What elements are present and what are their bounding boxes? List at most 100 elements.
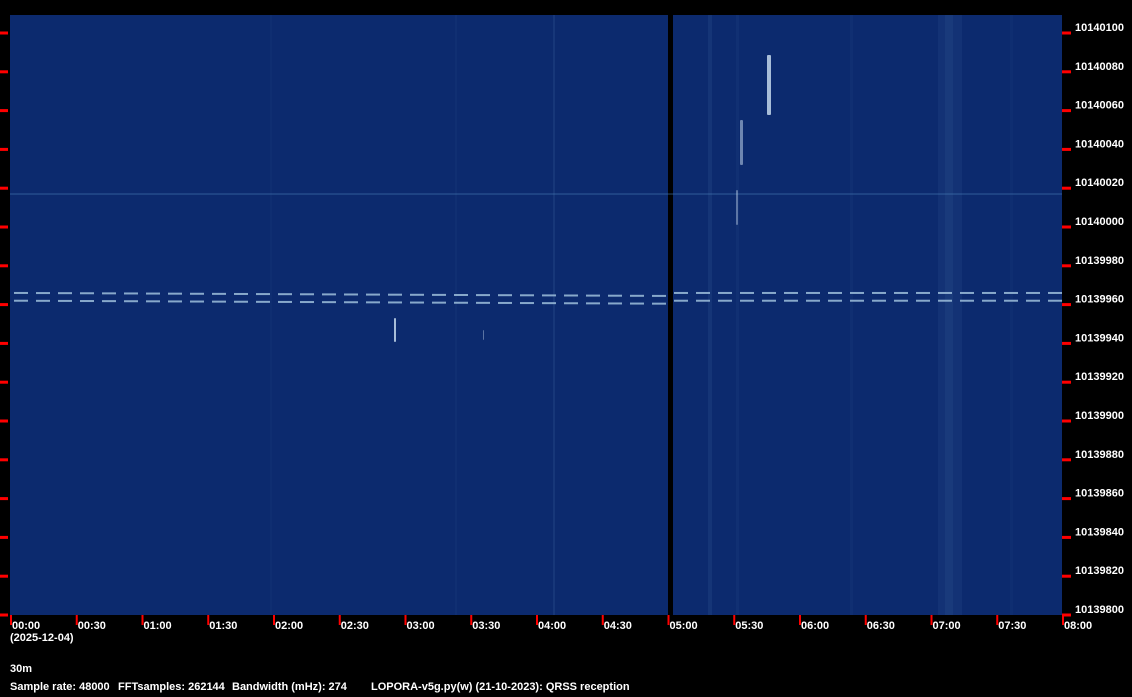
y-tick-right: [1062, 535, 1071, 539]
date-label: (2025-12-04): [10, 632, 74, 644]
y-tick-label: 10139920: [1075, 371, 1124, 383]
y-tick-label: 10140080: [1075, 61, 1124, 73]
carrier-dash: [212, 292, 226, 295]
carrier-dash: [256, 300, 270, 303]
fft-samples: FFTsamples: 262144: [118, 681, 225, 693]
time-gap-divider: [668, 15, 673, 615]
carrier-dash: [608, 302, 622, 305]
carrier-dash: [300, 301, 314, 304]
x-tick-label: 01:00: [144, 620, 172, 632]
carrier-dash: [938, 299, 952, 302]
carrier-dash: [476, 301, 490, 304]
y-tick-left: [0, 341, 8, 345]
plot-area: [10, 15, 1062, 615]
noise-band: [736, 15, 739, 615]
carrier-dash: [344, 293, 358, 296]
carrier-dash: [784, 291, 798, 294]
carrier-dash: [58, 292, 72, 295]
carrier-dash: [696, 291, 710, 294]
y-tick-right: [1062, 109, 1071, 113]
x-tick-label: 04:30: [604, 620, 632, 632]
carrier-dash: [1004, 299, 1018, 302]
carrier-dash: [388, 293, 402, 296]
carrier-dash: [322, 301, 336, 304]
y-tick-label: 10140060: [1075, 100, 1124, 112]
y-tick-left: [0, 70, 8, 74]
y-tick-label: 10139900: [1075, 410, 1124, 422]
carrier-dash: [366, 301, 380, 304]
y-tick-right: [1062, 70, 1071, 74]
carrier-dash: [498, 301, 512, 304]
noise-band: [1010, 15, 1013, 615]
carrier-dash: [718, 299, 732, 302]
carrier-dash: [520, 294, 534, 297]
carrier-dash: [322, 293, 336, 296]
carrier-dash: [916, 291, 930, 294]
y-tick-right: [1062, 497, 1071, 501]
carrier-dash: [190, 300, 204, 303]
carrier-dash: [542, 302, 556, 305]
x-tick-label: 03:30: [472, 620, 500, 632]
carrier-dash: [1026, 291, 1040, 294]
carrier-dash: [850, 299, 864, 302]
carrier-dash: [586, 302, 600, 305]
carrier-dash: [806, 299, 820, 302]
carrier-dash: [916, 299, 930, 302]
y-tick-left: [0, 31, 8, 35]
carrier-dash: [1026, 299, 1040, 302]
y-tick-right: [1062, 380, 1071, 384]
carrier-dash: [762, 291, 776, 294]
y-tick-left: [0, 186, 8, 190]
carrier-dash: [124, 292, 138, 295]
carrier-dash: [432, 293, 446, 296]
y-tick-right: [1062, 574, 1071, 578]
x-tick-label: 03:00: [407, 620, 435, 632]
carrier-dash: [630, 302, 644, 305]
noise-band: [850, 15, 853, 615]
y-tick-label: 10140000: [1075, 216, 1124, 228]
y-tick-label: 10140040: [1075, 138, 1124, 150]
carrier-dash: [146, 292, 160, 295]
y-tick-label: 10139820: [1075, 565, 1124, 577]
software-info: LOPORA-v5g.py(w) (21-10-2023): QRSS rece…: [371, 681, 630, 693]
y-tick-left: [0, 303, 8, 307]
transient-signal: [394, 318, 396, 342]
y-tick-left: [0, 419, 8, 423]
carrier-dash: [36, 299, 50, 302]
carrier-dash: [630, 294, 644, 297]
spectrogram-chart: 10140100 10140080 10140060 10140040 10140020…: [0, 15, 1124, 632]
transient-signal: [483, 330, 484, 340]
carrier-dash: [498, 294, 512, 297]
carrier-dash: [872, 299, 886, 302]
carrier-dash: [190, 292, 204, 295]
carrier-dash: [586, 294, 600, 297]
y-tick-label: 10140100: [1075, 22, 1124, 34]
carrier-dash: [652, 302, 666, 305]
carrier-dash: [674, 299, 688, 302]
band-label: 30m: [10, 663, 33, 675]
carrier-dash: [58, 299, 72, 302]
carrier-dash: [894, 299, 908, 302]
x-tick-label: 02:30: [341, 620, 369, 632]
y-tick-label: 10139860: [1075, 488, 1124, 500]
y-tick-left: [0, 147, 8, 151]
carrier-dash: [520, 302, 534, 305]
y-tick-left: [0, 380, 8, 384]
noise-band: [553, 15, 555, 615]
y-tick-right: [1062, 225, 1071, 229]
y-tick-label: 10139800: [1075, 604, 1124, 616]
transient-signal: [740, 120, 743, 165]
transient-signal: [767, 55, 771, 115]
y-tick-left: [0, 613, 8, 617]
carrier-dash: [278, 300, 292, 303]
carrier-dash: [894, 291, 908, 294]
carrier-dash: [1004, 291, 1018, 294]
y-tick-right: [1062, 147, 1071, 151]
y-tick-label: 10140020: [1075, 177, 1124, 189]
carrier-dash: [740, 291, 754, 294]
carrier-dash: [806, 291, 820, 294]
carrier-dash: [476, 294, 490, 297]
carrier-dash: [982, 299, 996, 302]
carrier-dash: [850, 291, 864, 294]
y-tick-label: 10139980: [1075, 255, 1124, 267]
